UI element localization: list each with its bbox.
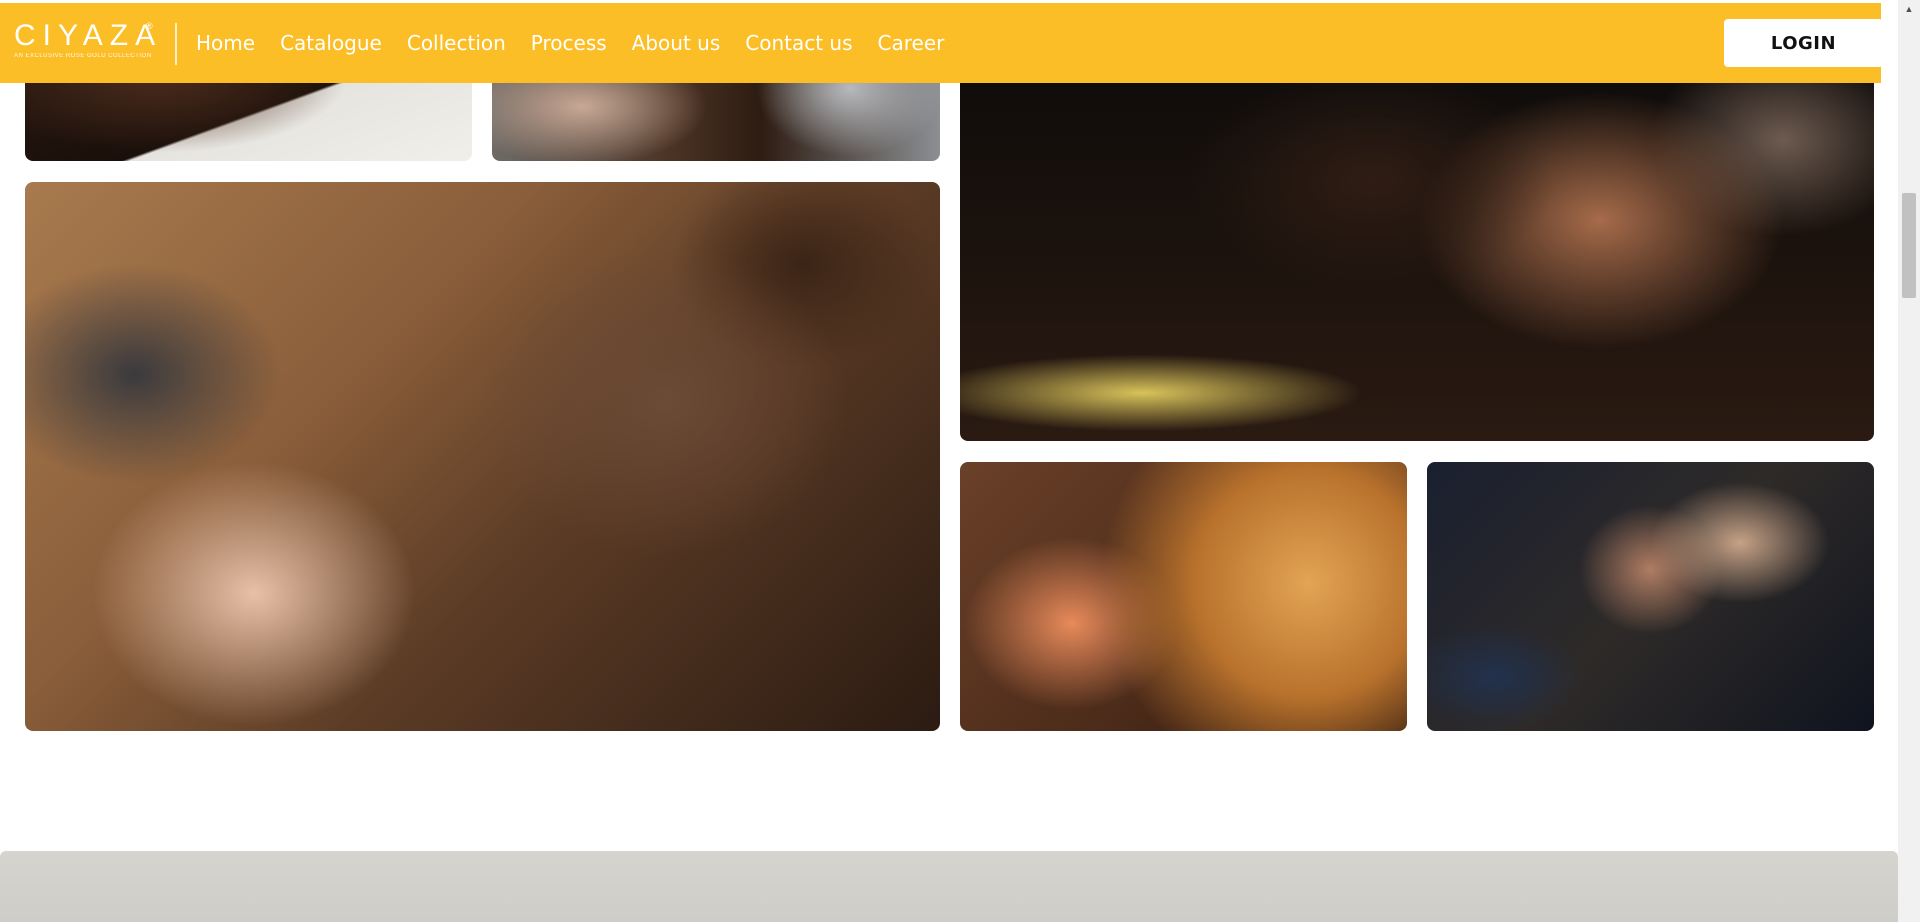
- next-section-banner: [0, 851, 1898, 922]
- brand-name: CIYAZA: [14, 19, 163, 52]
- registered-mark: ®: [146, 21, 153, 31]
- nav-item-about-us[interactable]: About us: [632, 31, 721, 55]
- brand-tagline: AN EXCLUSIVE ROSE GOLD COLLECTION: [14, 53, 152, 59]
- vertical-scrollbar[interactable]: ▲: [1898, 0, 1920, 922]
- gallery-photo-jeweler-sawing: [25, 182, 940, 731]
- scroll-up-arrow-icon[interactable]: ▲: [1898, 0, 1920, 18]
- nav-item-career[interactable]: Career: [878, 31, 945, 55]
- brand-logo[interactable]: CIYAZA ® AN EXCLUSIVE ROSE GOLD COLLECTI…: [14, 21, 164, 69]
- scroll-thumb[interactable]: [1902, 193, 1916, 298]
- site-header: CIYAZA ® AN EXCLUSIVE ROSE GOLD COLLECTI…: [0, 3, 1883, 83]
- nav-item-catalogue[interactable]: Catalogue: [280, 31, 382, 55]
- gallery-photo-ring-polishing: [960, 462, 1407, 731]
- login-button[interactable]: LOGIN: [1724, 19, 1883, 67]
- gallery-photo-ring-sawing: [1427, 462, 1874, 731]
- header-divider: [175, 23, 177, 65]
- nav-item-contact-us[interactable]: Contact us: [745, 31, 852, 55]
- nav-item-collection[interactable]: Collection: [407, 31, 506, 55]
- nav-item-process[interactable]: Process: [531, 31, 607, 55]
- main-nav: Home Catalogue Collection Process About …: [196, 3, 969, 83]
- gallery-photo-emerald-setting: [960, 40, 1874, 441]
- nav-item-home[interactable]: Home: [196, 31, 255, 55]
